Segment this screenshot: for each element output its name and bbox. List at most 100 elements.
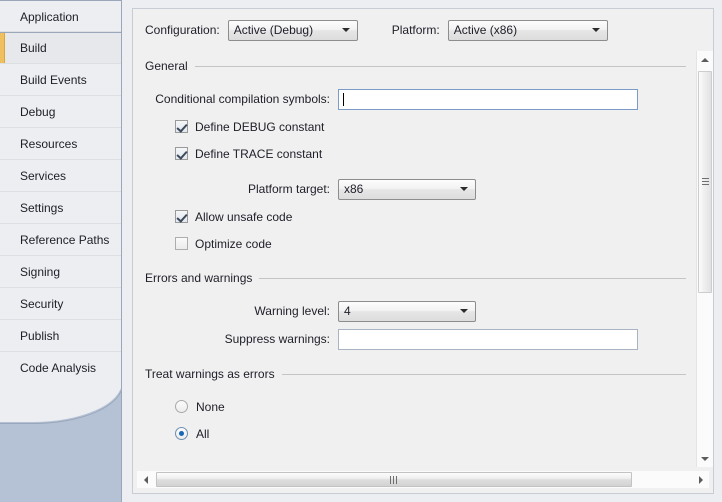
build-settings-panel: Configuration: Active (Debug) Platform: …: [122, 0, 722, 502]
chevron-down-icon: [460, 187, 468, 191]
platform-target-dropdown[interactable]: x86: [338, 178, 476, 200]
treat-warnings-group-title: Treat warnings as errors: [145, 367, 275, 381]
sidebar-item-build[interactable]: Build: [0, 32, 121, 64]
sidebar-item-security[interactable]: Security: [0, 288, 121, 320]
allow-unsafe-label: Allow unsafe code: [195, 209, 293, 224]
group-divider: [281, 373, 686, 375]
suppress-warnings-input[interactable]: [338, 328, 638, 350]
sidebar-item-code-analysis[interactable]: Code Analysis: [0, 352, 121, 384]
sidebar-item-label: Application: [20, 10, 79, 24]
configuration-dropdown-value: Active (Debug): [233, 23, 314, 37]
define-debug-checkbox[interactable]: [175, 120, 188, 133]
suppress-warnings-label: Suppress warnings:: [224, 332, 330, 346]
sidebar-item-label: Code Analysis: [20, 361, 97, 375]
warning-level-value: 4: [344, 304, 351, 318]
sidebar-item-label: Signing: [20, 265, 61, 279]
scroll-down-button[interactable]: [697, 450, 713, 467]
configuration-bar: Configuration: Active (Debug) Platform: …: [133, 9, 713, 51]
conditional-symbols-row: Conditional compilation symbols:: [145, 85, 686, 113]
platform-target-label: Platform target:: [247, 182, 330, 196]
treat-warnings-none-row[interactable]: None: [145, 393, 686, 420]
sidebar-item-label: Build Events: [20, 73, 87, 87]
sidebar-item-label: Services: [20, 169, 67, 183]
optimize-code-checkbox[interactable]: [175, 237, 188, 250]
allow-unsafe-checkbox[interactable]: [175, 210, 188, 223]
horizontal-scrollbar-track[interactable]: [137, 471, 709, 488]
settings-content: General Conditional compilation symbols:: [133, 51, 696, 467]
vertical-scrollbar-thumb[interactable]: [698, 71, 712, 293]
platform-dropdown[interactable]: Active (x86): [447, 19, 608, 41]
general-group-title: General: [145, 59, 188, 73]
chevron-down-icon: [341, 28, 350, 32]
sidebar-item-debug[interactable]: Debug: [0, 96, 121, 128]
configuration-dropdown[interactable]: Active (Debug): [227, 19, 358, 41]
configuration-label: Configuration:: [145, 23, 220, 37]
scrollbar-grip-icon: [390, 476, 399, 484]
general-group-header: General: [145, 57, 686, 75]
triangle-left-icon: [143, 475, 148, 484]
horizontal-scrollbar-thumb[interactable]: [156, 472, 632, 487]
build-settings-frame: Configuration: Active (Debug) Platform: …: [132, 8, 714, 494]
sidebar-item-signing[interactable]: Signing: [0, 256, 121, 288]
allow-unsafe-row[interactable]: Allow unsafe code: [145, 203, 686, 230]
scroll-right-button[interactable]: [692, 471, 709, 488]
sidebar-item-publish[interactable]: Publish: [0, 320, 121, 352]
conditional-symbols-input[interactable]: [338, 88, 638, 110]
sidebar-item-label: Publish: [20, 329, 60, 343]
sidebar-bottom-curve: [0, 382, 121, 502]
group-divider: [259, 277, 686, 279]
chevron-down-icon: [591, 28, 600, 32]
treat-warnings-all-row[interactable]: All: [145, 420, 686, 447]
optimize-code-row[interactable]: Optimize code: [145, 230, 686, 257]
scrollbar-grip-icon: [702, 178, 709, 186]
warning-level-dropdown[interactable]: 4: [338, 300, 476, 322]
sidebar-item-label: Settings: [20, 201, 64, 215]
treat-warnings-all-radio[interactable]: [175, 427, 188, 440]
sidebar-item-label: Security: [20, 297, 64, 311]
errors-warnings-group-header: Errors and warnings: [145, 269, 686, 287]
sidebar-item-label: Debug: [20, 105, 56, 119]
platform-target-row: Platform target: x86: [145, 175, 686, 203]
define-debug-row[interactable]: Define DEBUG constant: [145, 113, 686, 140]
platform-target-value: x86: [344, 182, 364, 196]
properties-tab-strip: Application Build Build Events Debug Res…: [0, 0, 122, 502]
text-caret-icon: [343, 92, 344, 106]
sidebar-item-label: Build: [20, 41, 47, 55]
scroll-up-button[interactable]: [697, 51, 713, 68]
sidebar-item-resources[interactable]: Resources: [0, 128, 121, 160]
project-properties-window: Application Build Build Events Debug Res…: [0, 0, 722, 502]
treat-warnings-all-label: All: [196, 426, 210, 441]
conditional-symbols-label: Conditional compilation symbols:: [155, 92, 330, 106]
triangle-right-icon: [698, 475, 703, 484]
sidebar-item-reference-paths[interactable]: Reference Paths: [0, 224, 121, 256]
treat-warnings-group-header: Treat warnings as errors: [145, 365, 686, 383]
horizontal-scrollbar[interactable]: [133, 467, 713, 493]
suppress-warnings-row: Suppress warnings:: [145, 325, 686, 353]
warning-level-label: Warning level:: [254, 304, 330, 318]
sidebar-item-settings[interactable]: Settings: [0, 192, 121, 224]
define-trace-row[interactable]: Define TRACE constant: [145, 140, 686, 167]
scroll-left-button[interactable]: [137, 471, 154, 488]
treat-warnings-none-radio[interactable]: [175, 400, 188, 413]
vertical-scrollbar[interactable]: [696, 51, 713, 467]
triangle-up-icon: [701, 57, 709, 62]
define-debug-label: Define DEBUG constant: [195, 119, 325, 134]
group-divider: [194, 65, 686, 67]
errors-warnings-group-title: Errors and warnings: [145, 271, 253, 285]
define-trace-label: Define TRACE constant: [195, 146, 323, 161]
sidebar-item-application[interactable]: Application: [0, 0, 121, 32]
sidebar-item-label: Resources: [20, 137, 78, 151]
define-trace-checkbox[interactable]: [175, 147, 188, 160]
settings-scroll-region: General Conditional compilation symbols:: [133, 51, 713, 467]
platform-label: Platform:: [391, 23, 440, 37]
optimize-code-label: Optimize code: [195, 236, 272, 251]
sidebar-item-build-events[interactable]: Build Events: [0, 64, 121, 96]
chevron-down-icon: [460, 309, 468, 313]
sidebar-item-services[interactable]: Services: [0, 160, 121, 192]
platform-dropdown-value: Active (x86): [453, 23, 518, 37]
properties-tab-list: Application Build Build Events Debug Res…: [0, 0, 121, 395]
warning-level-row: Warning level: 4: [145, 297, 686, 325]
treat-warnings-none-label: None: [196, 399, 225, 414]
sidebar-item-label: Reference Paths: [20, 233, 110, 247]
triangle-down-icon: [701, 456, 709, 461]
